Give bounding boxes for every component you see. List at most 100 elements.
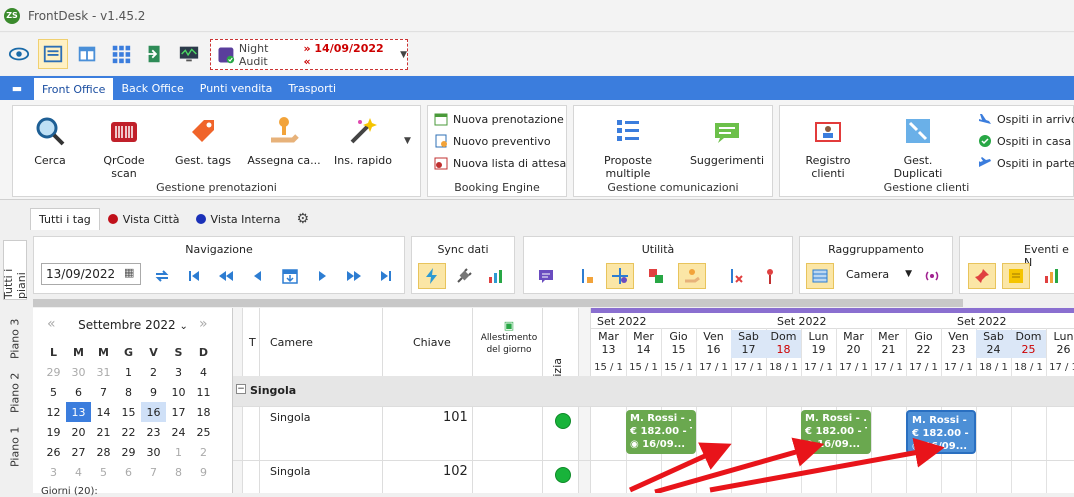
plug-icon[interactable] xyxy=(450,263,478,289)
menu-icon[interactable]: ▬ xyxy=(0,76,34,100)
calendar-day[interactable]: 14 xyxy=(91,402,116,422)
qrcode-scan-button[interactable]: QrCode scan xyxy=(89,114,159,180)
calendar-day[interactable]: 3 xyxy=(166,362,191,382)
lock-resize-icon[interactable] xyxy=(572,263,600,289)
cerca-button[interactable]: Cerca xyxy=(25,114,75,167)
day-header[interactable]: Gio 15 xyxy=(661,330,696,358)
message-icon[interactable] xyxy=(532,263,560,289)
eye-icon[interactable] xyxy=(4,39,34,69)
gest-tags-button[interactable]: Gest. tags xyxy=(173,114,233,167)
calendar-day[interactable]: 4 xyxy=(191,362,216,382)
day-header[interactable]: Ven 23 xyxy=(941,330,976,358)
calendar-day[interactable]: 27 xyxy=(66,442,91,462)
collapse-icon[interactable]: − xyxy=(236,384,246,394)
col-header-t[interactable]: T xyxy=(249,336,256,349)
calendar-day[interactable]: 11 xyxy=(191,382,216,402)
nuovo-preventivo-button[interactable]: Nuovo preventivo xyxy=(434,134,551,148)
today-icon[interactable] xyxy=(276,263,304,289)
clean-status-icon[interactable] xyxy=(555,413,571,429)
nuova-prenotazione-button[interactable]: Nuova prenotazione xyxy=(434,112,564,126)
group-row-singola[interactable]: − Singola xyxy=(233,376,1074,406)
tab-back-office[interactable]: Back Office xyxy=(113,76,191,100)
lightning-icon[interactable] xyxy=(418,263,446,289)
calendar-day[interactable]: 9 xyxy=(141,382,166,402)
calendar-day[interactable]: 29 xyxy=(41,362,66,382)
assign-hand-icon[interactable] xyxy=(678,263,706,289)
monitor-icon[interactable] xyxy=(174,39,204,69)
bar-chart-icon[interactable] xyxy=(1038,263,1066,289)
calendar-day[interactable]: 15 xyxy=(116,402,141,422)
calendar-day[interactable]: 18 xyxy=(191,402,216,422)
calendar-day[interactable]: 2 xyxy=(191,442,216,462)
col-header-chiave[interactable]: Chiave xyxy=(413,336,451,349)
day-header[interactable]: Sab 17 xyxy=(731,330,766,358)
gear-icon[interactable]: ⚙ xyxy=(289,208,318,230)
day-header[interactable]: Gio 22 xyxy=(906,330,941,358)
tab-front-office[interactable]: Front Office xyxy=(34,78,114,100)
ins-rapido-button[interactable]: Ins. rapido xyxy=(331,114,395,167)
registro-clienti-button[interactable]: Registro clienti xyxy=(788,114,868,180)
calendar-day[interactable]: 1 xyxy=(116,362,141,382)
gest-duplicati-button[interactable]: Gest. Duplicati xyxy=(878,114,958,180)
sync-chart-icon[interactable] xyxy=(482,263,510,289)
subtab-vista-interna[interactable]: Vista Interna xyxy=(188,208,289,230)
calendar-day[interactable]: 8 xyxy=(116,382,141,402)
tab-trasporti[interactable]: Trasporti xyxy=(280,76,344,100)
layout-icon[interactable] xyxy=(72,39,102,69)
calendar-day[interactable]: 2 xyxy=(141,362,166,382)
forward-icon[interactable] xyxy=(308,263,336,289)
first-icon[interactable] xyxy=(180,263,208,289)
broadcast-icon[interactable] xyxy=(918,263,946,289)
calendar-day[interactable]: 24 xyxy=(166,422,191,442)
last-icon[interactable] xyxy=(372,263,400,289)
calendar-day[interactable]: 10 xyxy=(166,382,191,402)
pushpin-icon[interactable] xyxy=(968,263,996,289)
day-header[interactable]: Ven 16 xyxy=(696,330,731,358)
vtab-piano-2[interactable]: Piano 2 xyxy=(3,370,27,416)
calendar-day[interactable]: 25 xyxy=(191,422,216,442)
sticky-note-icon[interactable] xyxy=(1002,263,1030,289)
clean-status-icon[interactable] xyxy=(555,467,571,483)
ospiti-in-casa-button[interactable]: Ospiti in casa xyxy=(978,134,1071,148)
vtab-tutti-i-piani[interactable]: Tutti i piani xyxy=(2,240,28,300)
day-header[interactable]: Mer 14 xyxy=(626,330,661,358)
tab-punti-vendita[interactable]: Punti vendita xyxy=(192,76,281,100)
col-header-camere[interactable]: Camere xyxy=(270,336,313,349)
calendar-day[interactable]: 21 xyxy=(91,422,116,442)
calendar-day[interactable]: 8 xyxy=(166,462,191,482)
col-header-allestimento[interactable]: ▣ Allestimento del giorno xyxy=(475,320,543,356)
calendar-day[interactable]: 12 xyxy=(41,402,66,422)
day-header[interactable]: Mer 21 xyxy=(871,330,906,358)
night-audit-button[interactable]: Night Audit » 14/09/2022 « ▼ xyxy=(210,39,408,70)
calendar-day[interactable]: 30 xyxy=(141,442,166,462)
ospiti-in-partenza-button[interactable]: Ospiti in partenza xyxy=(978,156,1074,170)
day-header[interactable]: Dom 18 xyxy=(766,330,801,358)
calendar-day[interactable]: 4 xyxy=(66,462,91,482)
calendar-day[interactable]: 20 xyxy=(66,422,91,442)
calendar-day[interactable]: 29 xyxy=(116,442,141,462)
day-header[interactable]: Mar 20 xyxy=(836,330,871,358)
calendar-day[interactable]: 7 xyxy=(141,462,166,482)
booking-block-selected[interactable]: M. Rossi - ... € 182.00 - Ta ◉ 16/09... xyxy=(906,410,976,454)
remove-icon[interactable] xyxy=(722,263,750,289)
calendar-day[interactable]: 7 xyxy=(91,382,116,402)
calendar-day[interactable]: 5 xyxy=(41,382,66,402)
calendar-day[interactable]: 28 xyxy=(91,442,116,462)
booking-block[interactable]: M. Rossi - ... € 182.00 - Ta ◉ 16/09... xyxy=(626,410,696,454)
room-number[interactable]: 102 xyxy=(443,464,468,479)
ospiti-in-arrivo-button[interactable]: Ospiti in arrivo xyxy=(978,112,1074,126)
move-icon[interactable] xyxy=(606,263,634,289)
refresh-icon[interactable] xyxy=(148,263,176,289)
day-header[interactable]: Dom 25 xyxy=(1011,330,1046,358)
calendar-day[interactable]: 26 xyxy=(41,442,66,462)
list-view-icon[interactable] xyxy=(38,39,68,69)
suggerimenti-button[interactable]: Suggerimenti xyxy=(686,114,768,167)
subtab-tutti-i-tag[interactable]: Tutti i tag xyxy=(30,208,100,230)
next-month-icon[interactable]: » xyxy=(199,316,208,332)
calendar-day[interactable]: 30 xyxy=(66,362,91,382)
calendar-day[interactable]: 22 xyxy=(116,422,141,442)
calendar-day[interactable]: 3 xyxy=(41,462,66,482)
day-header[interactable]: Lun 19 xyxy=(801,330,836,358)
calendar-day[interactable]: 9 xyxy=(191,462,216,482)
calendar-day[interactable]: 1 xyxy=(166,442,191,462)
